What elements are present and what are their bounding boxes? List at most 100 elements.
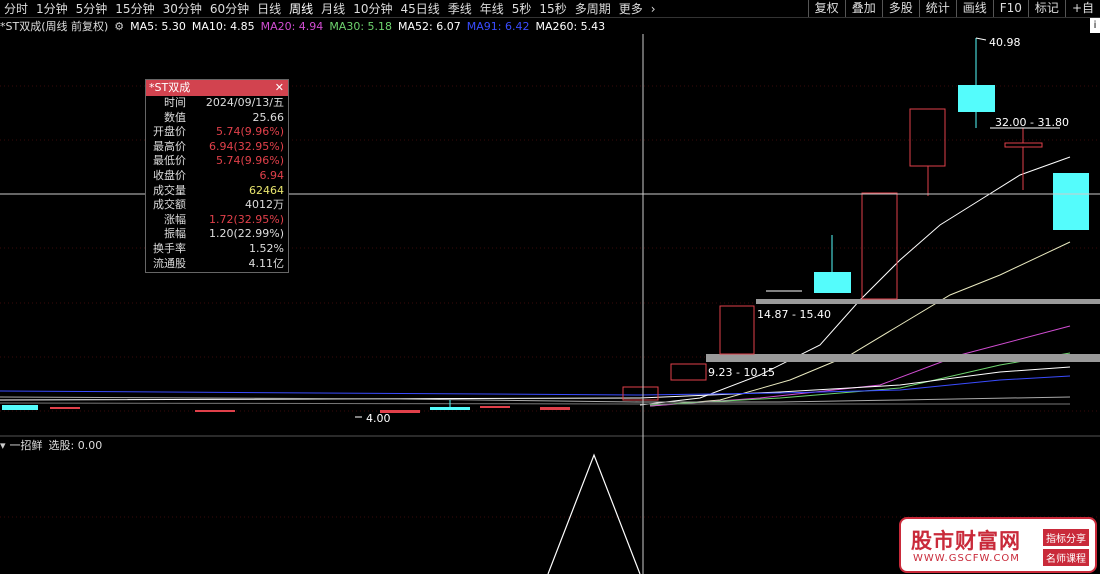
- data-window-row: 时间 2024/09/13/五: [146, 96, 288, 111]
- tab-6[interactable]: 日线: [253, 0, 285, 17]
- watermark-logo: 股市财富网 WWW.GSCFW.COM 指标分享 名师课程: [899, 517, 1097, 573]
- chevron-right-icon[interactable]: ›: [647, 2, 660, 16]
- tab-14[interactable]: 15秒: [535, 0, 570, 17]
- data-window-value: 62464: [249, 183, 284, 197]
- toolbar-button-7[interactable]: +自: [1064, 0, 1100, 17]
- tab-7[interactable]: 周线: [285, 0, 317, 17]
- watermark-tag-share: 指标分享: [1043, 529, 1089, 546]
- data-window-row: 开盘价 5.74(9.96%): [146, 125, 288, 140]
- close-icon[interactable]: ✕: [275, 80, 284, 96]
- ma-label-3: MA30: 5.18: [329, 19, 393, 33]
- ma-toggle-icon[interactable]: ⚙: [114, 20, 124, 33]
- tab-0[interactable]: 分时: [0, 0, 32, 17]
- data-window-row: 涨幅 1.72(32.95%): [146, 213, 288, 228]
- ma10-line: [649, 241, 1071, 407]
- indicator-value: 选股: 0.00: [48, 439, 103, 452]
- data-window-key: 涨幅: [164, 212, 186, 226]
- ma-label-4: MA52: 6.07: [398, 19, 461, 33]
- tab-16[interactable]: 更多: [615, 0, 647, 17]
- support-band-upper: [756, 299, 1100, 304]
- annotation-range3: 9.23 - 10.15: [708, 366, 775, 379]
- data-window-rows: 时间 2024/09/13/五数值 25.66 开盘价 5.74(9.96%) 最高价 6.…: [146, 96, 288, 271]
- data-window-row: 成交额 4012万: [146, 198, 288, 213]
- data-window-value: 6.94(32.95%): [208, 139, 284, 153]
- data-window: *ST双成 ✕ 时间 2024/09/13/五数值 25.66 开盘价 5.74(9.9…: [145, 79, 289, 273]
- ma-info-icon[interactable]: i: [1090, 18, 1100, 33]
- data-window-value: 1.72(32.95%): [208, 212, 284, 226]
- data-window-value: 2024/09/13/五: [205, 96, 284, 109]
- data-window-row: 收盘价 6.94: [146, 169, 288, 184]
- tab-13[interactable]: 5秒: [508, 0, 536, 17]
- data-window-value: 4012万: [245, 198, 284, 212]
- tab-9[interactable]: 10分钟: [349, 0, 396, 17]
- data-window-row: 成交量 62464: [146, 184, 288, 199]
- data-window-key: 换手率: [153, 241, 186, 255]
- watermark-name: 股市财富网: [911, 529, 1021, 553]
- toolbar-button-0[interactable]: 复权: [807, 0, 845, 17]
- data-window-key: 振幅: [164, 227, 186, 241]
- ma-label-2: MA20: 4.94: [260, 19, 324, 33]
- toolbar-button-2[interactable]: 多股: [881, 0, 919, 17]
- watermark-tag-course: 名师课程: [1043, 549, 1089, 566]
- data-window-value: 4.11亿: [248, 256, 285, 270]
- data-window-row: 数值 25.66: [146, 111, 288, 126]
- indicator-line: [547, 453, 641, 574]
- data-window-value: 6.94: [259, 168, 285, 182]
- indicator-dropdown-icon[interactable]: ▾: [0, 439, 6, 452]
- period-tabs: 分时 1分钟 5分钟 15分钟 30分钟 60分钟 日线 周线 月线 10分钟 45日线 季线 年线 5秒…: [0, 0, 660, 17]
- tab-4[interactable]: 30分钟: [159, 0, 206, 17]
- annotation-range1: 32.00 - 31.80: [995, 116, 1069, 129]
- toolbar-button-3[interactable]: 统计: [918, 0, 956, 17]
- data-window-key: 最高价: [153, 139, 186, 153]
- ma52-line: [0, 366, 1071, 401]
- data-window-value: 5.74(9.96%): [215, 125, 284, 139]
- toolbar-button-1[interactable]: 叠加: [844, 0, 882, 17]
- toolbar-button-6[interactable]: 标记: [1027, 0, 1065, 17]
- data-window-key: 流通股: [153, 256, 186, 270]
- data-window-row: 最高价 6.94(32.95%): [146, 140, 288, 155]
- ma-label-0: MA5: 5.30: [130, 19, 186, 33]
- watermark-url: WWW.GSCFW.COM: [913, 553, 1020, 564]
- data-window-title: *ST双成: [149, 81, 191, 94]
- data-window-key: 成交额: [153, 198, 186, 212]
- ma-label-1: MA10: 4.85: [191, 19, 255, 33]
- data-window-key: 成交量: [153, 183, 186, 197]
- indicator-name[interactable]: 一招鲜: [10, 437, 43, 453]
- ma-flat-line: [0, 402, 1070, 405]
- ma-label-5: MA91: 6.42: [466, 19, 530, 33]
- toolbar-right-buttons: 复权 叠加 多股 统计 画线 F10 标记 +自: [807, 0, 1100, 17]
- support-band-lower: [706, 354, 1100, 362]
- annotation-range2: 14.87 - 15.40: [757, 308, 831, 321]
- tab-2[interactable]: 5分钟: [72, 0, 112, 17]
- tab-1[interactable]: 1分钟: [32, 0, 72, 17]
- tab-15[interactable]: 多周期: [571, 0, 615, 17]
- data-window-row: 最低价 5.74(9.96%): [146, 154, 288, 169]
- ma-legend: MA5: 5.30 MA10: 4.85 MA20: 4.94 MA30: 5.18 M…: [130, 20, 611, 33]
- toolbar-button-4[interactable]: 画线: [955, 0, 993, 17]
- tab-8[interactable]: 月线: [317, 0, 349, 17]
- tab-3[interactable]: 15分钟: [111, 0, 158, 17]
- data-window-header: *ST双成 ✕: [146, 80, 288, 96]
- period-toolbar: 分时 1分钟 5分钟 15分钟 30分钟 60分钟 日线 周线 月线 10分钟 45日线 季线 年线 5秒…: [0, 0, 1100, 18]
- toolbar-button-5[interactable]: F10: [992, 0, 1028, 17]
- data-window-row: 换手率 1.52%: [146, 242, 288, 257]
- data-window-key: 数值: [164, 110, 186, 124]
- indicator-title-line: ▾ 一招鲜 选股: 0.00: [0, 437, 102, 453]
- data-window-key: 最低价: [153, 154, 186, 168]
- annotation-low: 4.00: [366, 412, 391, 425]
- data-window-key: 时间: [164, 96, 186, 109]
- chart-title[interactable]: *ST双成(周线 前复权): [0, 18, 108, 34]
- data-window-row: 流通股 4.11亿: [146, 257, 288, 272]
- tab-10[interactable]: 45日线: [396, 0, 443, 17]
- data-window-value: 1.20(22.99%): [208, 227, 284, 241]
- tab-12[interactable]: 年线: [476, 0, 508, 17]
- tab-11[interactable]: 季线: [444, 0, 476, 17]
- data-window-key: 收盘价: [153, 168, 186, 182]
- data-window-value: 25.66: [252, 110, 285, 124]
- tab-5[interactable]: 60分钟: [206, 0, 253, 17]
- data-window-value: 1.52%: [249, 241, 284, 255]
- candles-rally: [622, 38, 1089, 401]
- chart-title-line: *ST双成(周线 前复权) ⚙ MA5: 5.30 MA10: 4.85 MA20:…: [0, 18, 617, 34]
- data-window-value: 5.74(9.96%): [215, 154, 284, 168]
- data-window-key: 开盘价: [153, 125, 186, 139]
